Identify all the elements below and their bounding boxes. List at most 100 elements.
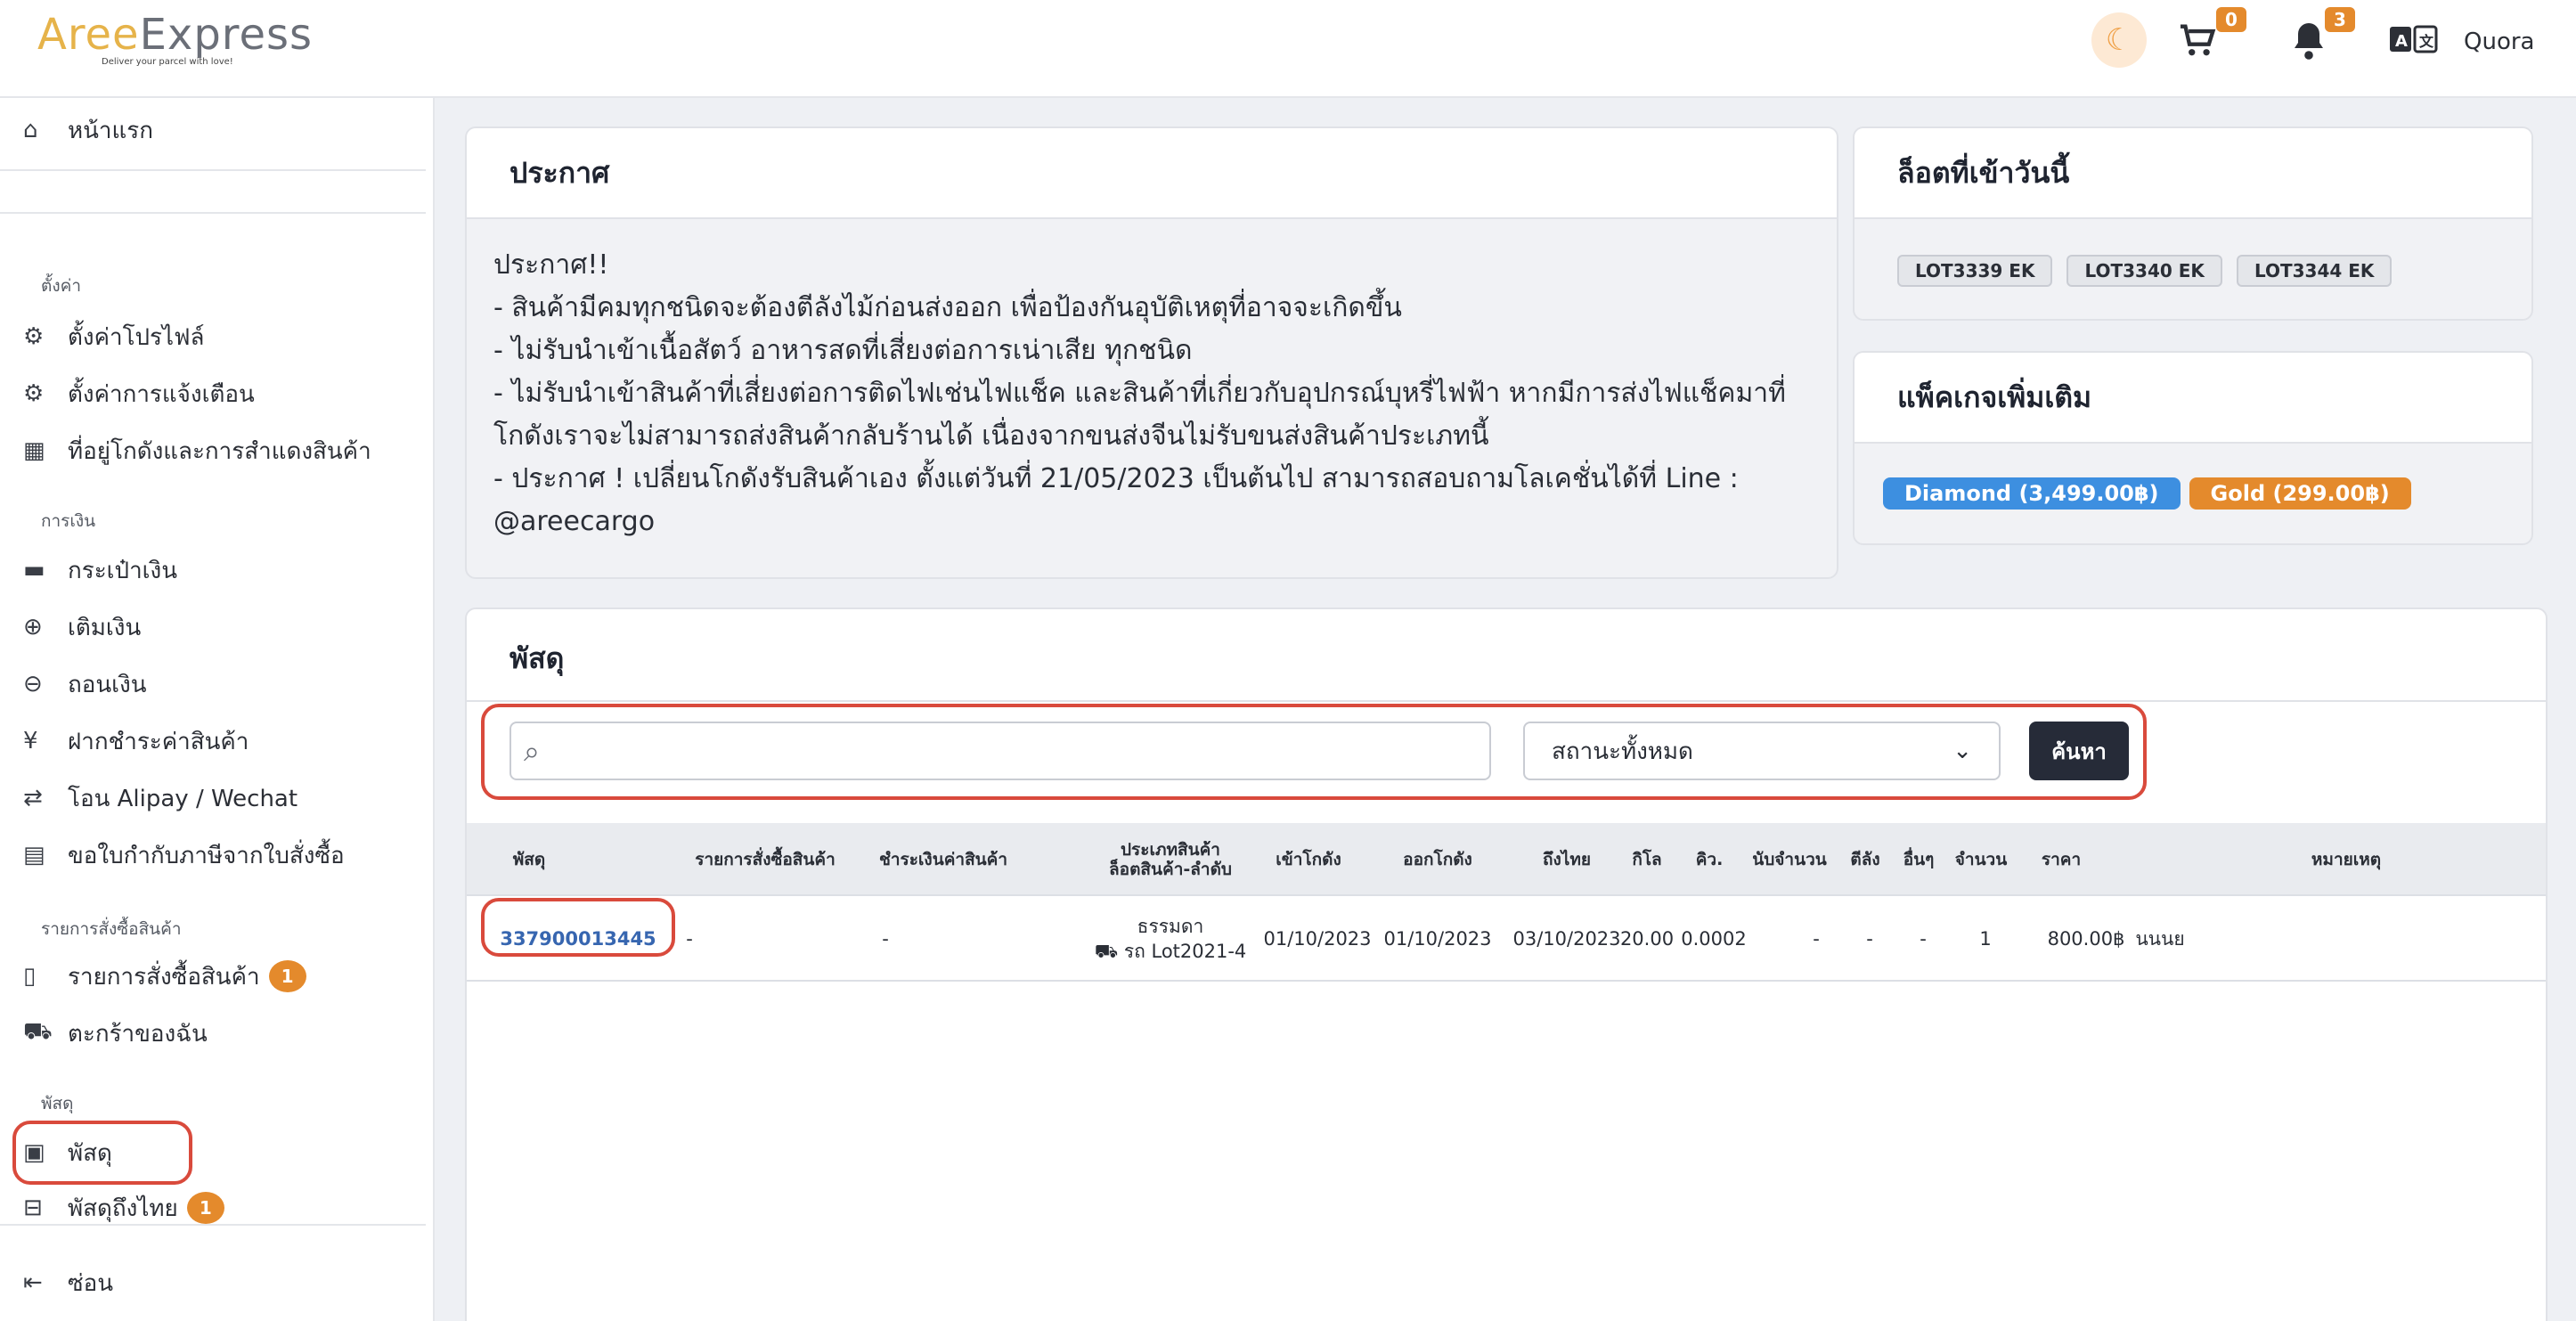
sidebar-item-tax-invoice[interactable]: ▤ ขอใบกำกับภาษีจากใบสั่งซื้อ: [23, 836, 345, 875]
sidebar-item-label: เติมเงิน: [68, 614, 142, 641]
lot-chip-list: LOT3339 EK LOT3340 EK LOT3344 EK: [1855, 219, 2531, 287]
lots-today-card: ล็อตที่เข้าวันนี้ LOT3339 EK LOT3340 EK …: [1853, 126, 2533, 321]
lots-today-title: ล็อตที่เข้าวันนี้: [1855, 128, 2531, 219]
in-warehouse-cell: 01/10/2023: [1263, 928, 1372, 950]
announcement-body: ประกาศ!! - สินค้ามีคมทุกชนิดจะต้องตีลังไ…: [467, 219, 1837, 543]
lot-chip[interactable]: LOT3344 EK: [2236, 255, 2393, 287]
language-svg: A文: [2390, 25, 2438, 53]
lot-chip[interactable]: LOT3339 EK: [1897, 255, 2053, 287]
column-header: ประเภทสินค้า: [1121, 840, 1220, 860]
cart-icon: ⛟: [23, 1018, 53, 1045]
sidebar-collapse-button[interactable]: ⇤ ซ่อน: [23, 1263, 113, 1302]
language-icon[interactable]: A文: [2387, 20, 2441, 61]
note-cell: นนนย: [2135, 928, 2185, 950]
sidebar-item-transfer-alipay[interactable]: ⇄ โอน Alipay / Wechat: [23, 779, 298, 818]
sidebar-item-label: ถอนเงิน: [68, 671, 147, 698]
top-bar: AreeExpress Deliver your parcel with lov…: [0, 0, 2576, 98]
logo-suffix: Express: [139, 10, 314, 60]
user-gear-icon: ⚙: [23, 380, 45, 407]
column-header[interactable]: นับจำนวน: [1740, 823, 1838, 896]
price-cell: 800.00฿: [2047, 928, 2125, 950]
arrow-down-circle-icon: ⊖: [23, 671, 43, 697]
parcels-divider: [467, 700, 2546, 702]
sidebar-item-label: ฝากชำระค่าสินค้า: [68, 728, 249, 755]
sidebar-divider: [0, 212, 426, 214]
orders-count-badge: 1: [268, 960, 306, 992]
brand-logo[interactable]: AreeExpress Deliver your parcel with lov…: [37, 9, 313, 67]
sidebar: ⌂ หน้าแรก ตั้งค่า ⚙ ตั้งค่าโปรไฟล์ ⚙ ตั้งค่…: [0, 98, 435, 1321]
sidebar-item-label: ขอใบกำกับภาษีจากใบสั่งซื้อ: [68, 842, 345, 869]
sidebar-item-label: ตั้งค่าการแจ้งเตือน: [68, 380, 255, 408]
package-diamond-chip[interactable]: Diamond (3,499.00฿): [1883, 477, 2181, 510]
table-row[interactable]: 337900013445 - - ธรรมดา ⛟ รถ Lot2021-4 0…: [467, 896, 2546, 982]
sidebar-section-orders: รายการสั่งซื้อสินค้า: [41, 919, 182, 939]
announcement-line: - ไม่รับนำเข้าสินค้าที่เสี่ยงต่อการติดไฟ…: [493, 378, 1786, 409]
sidebar-item-warehouse-address[interactable]: ▦ ที่อยู่โกดังและการสำแดงสินค้า: [23, 431, 371, 470]
order-cell: -: [686, 928, 693, 950]
column-header[interactable]: ถึงไทย: [1518, 823, 1616, 896]
sidebar-item-topup[interactable]: ⊕ เติมเงิน: [23, 607, 141, 647]
announcement-line: โกดังเราจะไม่สามารถส่งสินค้ากลับร้านได้ …: [493, 420, 1489, 452]
announcement-line: - ไม่รับนำเข้าเนื้อสัตว์ อาหารสดที่เสี่ย…: [493, 335, 1193, 366]
count-cell: -: [1813, 928, 1820, 950]
sidebar-section-parcels: พัสดุ: [41, 1094, 74, 1113]
other-cell: -: [1920, 928, 1927, 950]
user-gear-icon: ⚙: [23, 323, 45, 350]
out-warehouse-cell: 01/10/2023: [1383, 928, 1492, 950]
sidebar-item-label: โอน Alipay / Wechat: [68, 785, 298, 812]
sidebar-item-label: ตะกร้าของฉัน: [68, 1020, 208, 1048]
sidebar-item-parcels-thailand[interactable]: ⊟ พัสดุถึงไทย 1: [23, 1188, 224, 1227]
column-header[interactable]: ราคา: [2017, 823, 2106, 896]
package-gold-chip[interactable]: Gold (299.00฿): [2189, 477, 2411, 510]
sidebar-item-label: ตั้งค่าโปรไฟล์: [68, 323, 205, 351]
column-header[interactable]: กิโล: [1616, 823, 1678, 896]
box-open-icon: ⊟: [23, 1195, 43, 1221]
parcels-table-header: พัสดุ รายการสั่งซื้อสินค้า ชำระเงินค่าสิ…: [467, 823, 2546, 896]
sidebar-item-label: กระเป๋าเงิน: [68, 557, 178, 584]
sidebar-item-wallet[interactable]: ▬ กระเป๋าเงิน: [23, 550, 177, 590]
announcement-line: - สินค้ามีคมทุกชนิดจะต้องตีลังไม้ก่อนส่ง…: [493, 292, 1402, 323]
sidebar-item-orders[interactable]: ▯ รายการสั่งซื้อสินค้า 1: [23, 957, 306, 996]
sidebar-item-withdraw[interactable]: ⊖ ถอนเงิน: [23, 665, 147, 704]
column-header[interactable]: รายการสั่งซื้อสินค้า: [681, 823, 850, 896]
highlight-box-search: [481, 704, 2147, 800]
sidebar-item-label: รายการสั่งซื้อสินค้า: [68, 963, 260, 991]
quantity-cell: 1: [1979, 928, 1992, 950]
sidebar-item-label: ที่อยู่โกดังและการสำแดงสินค้า: [68, 437, 371, 465]
column-header[interactable]: คิว.: [1678, 823, 1740, 896]
kg-cell: 20.00: [1619, 928, 1675, 950]
cbm-cell: 0.0002: [1681, 928, 1747, 950]
sidebar-item-my-cart[interactable]: ⛟ ตะกร้าของฉัน: [23, 1014, 208, 1053]
lot-value-wrap: ⛟ รถ Lot2021-4: [1095, 939, 1247, 964]
sidebar-section-finance: การเงิน: [41, 511, 96, 531]
column-header: ล็อตสินค้า-ลำดับ: [1109, 860, 1232, 879]
sidebar-item-notification-settings[interactable]: ⚙ ตั้งค่าการแจ้งเตือน: [23, 374, 255, 413]
column-header[interactable]: หมายเหตุ: [2284, 823, 2409, 896]
payment-cell: -: [882, 928, 889, 950]
column-header[interactable]: ออกโกดัง: [1384, 823, 1491, 896]
sidebar-item-profile-settings[interactable]: ⚙ ตั้งค่าโปรไฟล์: [23, 317, 204, 356]
column-header[interactable]: ชำระเงินค่าสินค้า: [859, 823, 1028, 896]
cart-svg: [2181, 24, 2216, 56]
package-chip-list: Diamond (3,499.00฿) Gold (299.00฿): [1855, 444, 2531, 510]
cart-count-badge: 0: [2216, 7, 2246, 32]
column-header[interactable]: จำนวน: [1945, 823, 2017, 896]
sidebar-divider: [0, 169, 426, 171]
column-header[interactable]: เข้าโกดัง: [1264, 823, 1353, 896]
truck-icon: ⛟: [1094, 941, 1119, 962]
highlight-box-tracking: [481, 898, 675, 957]
logo-prefix: Aree: [37, 10, 140, 60]
crate-cell: -: [1866, 928, 1873, 950]
user-menu[interactable]: Quora: [2464, 29, 2534, 55]
arrived-thailand-cell: 03/10/2023: [1512, 928, 1621, 950]
sidebar-item-home[interactable]: ⌂ หน้าแรก: [23, 110, 153, 150]
parcels-card: พัสดุ ⌕ สถานะทั้งหมด ⌄ ค้นหา พัสดุ รายกา…: [465, 607, 2547, 1321]
moon-icon[interactable]: ☾: [2091, 12, 2147, 68]
cart-icon[interactable]: [2175, 18, 2221, 64]
yen-icon: ¥: [23, 728, 38, 754]
sidebar-item-pay-for-goods[interactable]: ¥ ฝากชำระค่าสินค้า: [23, 722, 249, 761]
column-header[interactable]: อื่นๆ: [1892, 823, 1945, 896]
column-header[interactable]: ตีลัง: [1838, 823, 1892, 896]
lot-chip[interactable]: LOT3340 EK: [2067, 255, 2222, 287]
column-header[interactable]: พัสดุ: [476, 823, 583, 896]
